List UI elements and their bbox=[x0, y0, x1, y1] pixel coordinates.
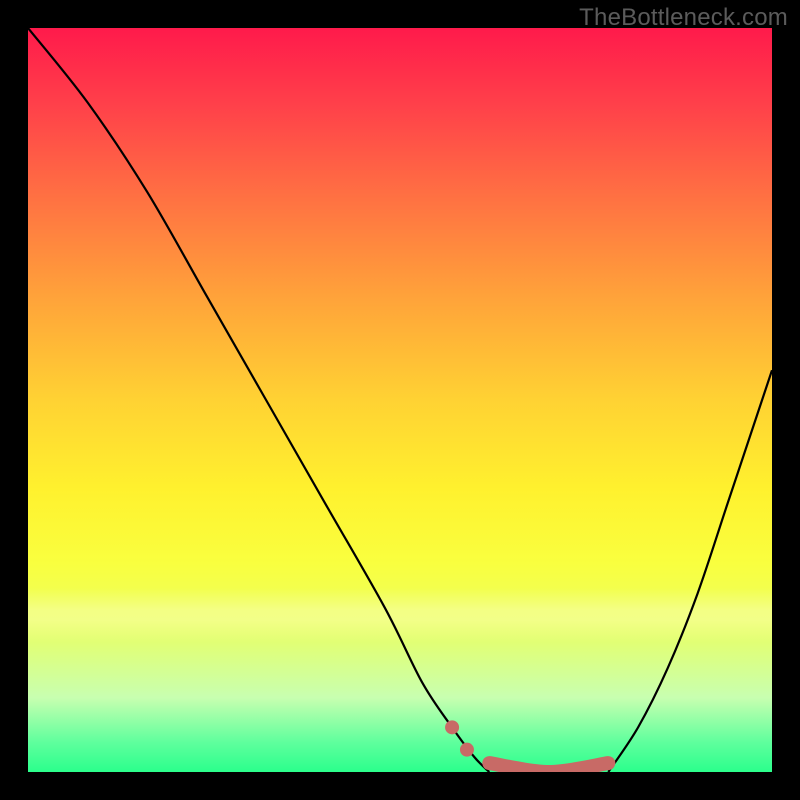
watermark-text: TheBottleneck.com bbox=[579, 4, 788, 32]
chart-svg bbox=[28, 28, 772, 772]
dot-1 bbox=[445, 720, 459, 734]
right-curve bbox=[608, 370, 772, 772]
valley-flat bbox=[489, 763, 608, 772]
chart-frame: TheBottleneck.com bbox=[0, 0, 800, 800]
plot-area bbox=[28, 28, 772, 772]
dot-2 bbox=[460, 743, 474, 757]
left-curve bbox=[28, 28, 489, 772]
